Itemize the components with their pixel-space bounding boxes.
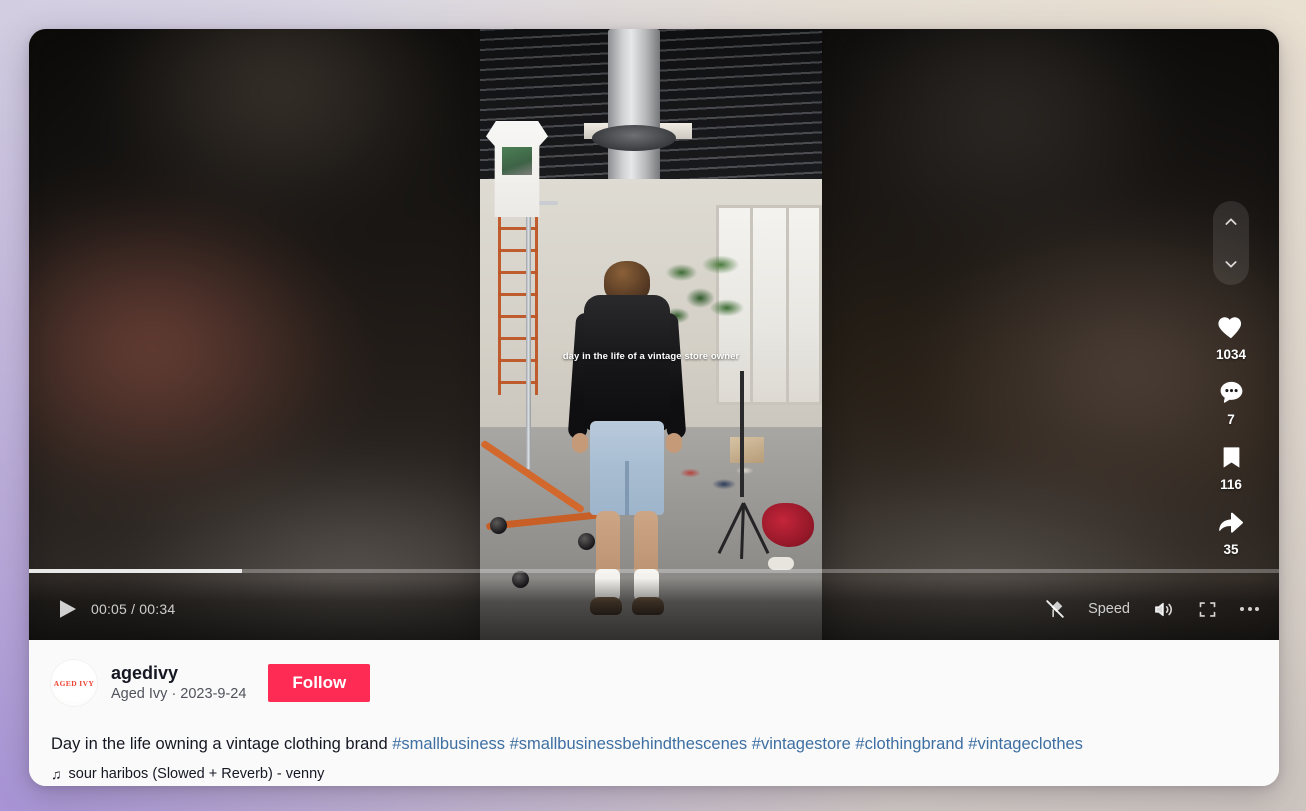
video-post-card: day in the life of a vintage store owner <box>29 29 1279 786</box>
video-stage[interactable]: day in the life of a vintage store owner <box>29 29 1279 640</box>
username[interactable]: agedivy <box>111 663 246 684</box>
author-names: agedivy Aged Ivy · 2023-9-24 <box>111 663 246 704</box>
post-caption: Day in the life owning a vintage clothin… <box>51 733 1255 755</box>
hashtag-link[interactable]: #vintagestore <box>747 735 851 753</box>
heart-icon <box>1215 311 1247 343</box>
hashtag-link[interactable]: #smallbusiness <box>388 735 505 753</box>
share-icon <box>1215 506 1247 538</box>
video-navigation-pill <box>1213 201 1249 285</box>
bookmark-count: 116 <box>1220 477 1242 492</box>
caption-text: Day in the life owning a vintage clothin… <box>51 735 388 753</box>
progress-bar[interactable] <box>29 569 1279 573</box>
scene-hanging-shirt <box>486 121 548 217</box>
comment-button[interactable]: 7 <box>1215 376 1247 427</box>
fullscreen-icon[interactable] <box>1197 599 1218 620</box>
blurred-backdrop-left <box>29 29 507 640</box>
music-note-icon: ♫ <box>51 766 62 782</box>
clear-mode-off-icon[interactable] <box>1044 598 1066 620</box>
progress-bar-fill <box>29 569 242 573</box>
like-count: 1034 <box>1215 347 1247 362</box>
avatar-label: AGED IVY <box>53 678 95 688</box>
avatar[interactable]: AGED IVY <box>51 660 97 706</box>
time-display: 00:05 / 00:34 <box>91 601 176 617</box>
volume-on-icon[interactable] <box>1152 598 1175 621</box>
more-options-icon[interactable] <box>1240 607 1259 611</box>
follow-button[interactable]: Follow <box>268 664 371 702</box>
video-controls-bar: 00:05 / 00:34 Speed <box>29 569 1279 640</box>
scene-tripod <box>716 371 770 560</box>
chevron-up-icon[interactable] <box>1223 214 1239 230</box>
scene-red-clothing-pile <box>762 503 814 547</box>
like-button[interactable]: 1034 <box>1215 311 1247 362</box>
hashtag-link[interactable]: #vintageclothes <box>964 735 1083 753</box>
post-meta-section: AGED IVY agedivy Aged Ivy · 2023-9-24 Fo… <box>29 640 1279 786</box>
bookmark-icon <box>1215 441 1247 473</box>
controls-right-group: Speed <box>1044 598 1259 621</box>
comment-count: 7 <box>1227 412 1235 427</box>
video-action-rail: 1034 7 116 35 <box>1199 201 1263 571</box>
hashtag-link[interactable]: #smallbusinessbehindthescenes <box>505 735 748 753</box>
bookmark-button[interactable]: 116 <box>1215 441 1247 492</box>
music-row[interactable]: ♫ sour haribos (Slowed + Reverb) - venny <box>51 766 1255 782</box>
music-title: sour haribos (Slowed + Reverb) - venny <box>68 766 325 782</box>
share-count: 35 <box>1223 542 1239 557</box>
hashtag-link[interactable]: #clothingbrand <box>851 735 963 753</box>
chevron-down-icon[interactable] <box>1223 256 1239 272</box>
play-button[interactable] <box>57 598 79 620</box>
author-row: AGED IVY agedivy Aged Ivy · 2023-9-24 Fo… <box>51 660 1255 706</box>
speed-button[interactable]: Speed <box>1088 601 1130 617</box>
comment-icon <box>1215 376 1247 408</box>
video-frame[interactable]: day in the life of a vintage store owner <box>480 29 822 640</box>
caption-hashtags: #smallbusiness #smallbusinessbehindthesc… <box>388 735 1083 753</box>
share-button[interactable]: 35 <box>1215 506 1247 557</box>
display-name-and-date: Aged Ivy · 2023-9-24 <box>111 685 247 702</box>
